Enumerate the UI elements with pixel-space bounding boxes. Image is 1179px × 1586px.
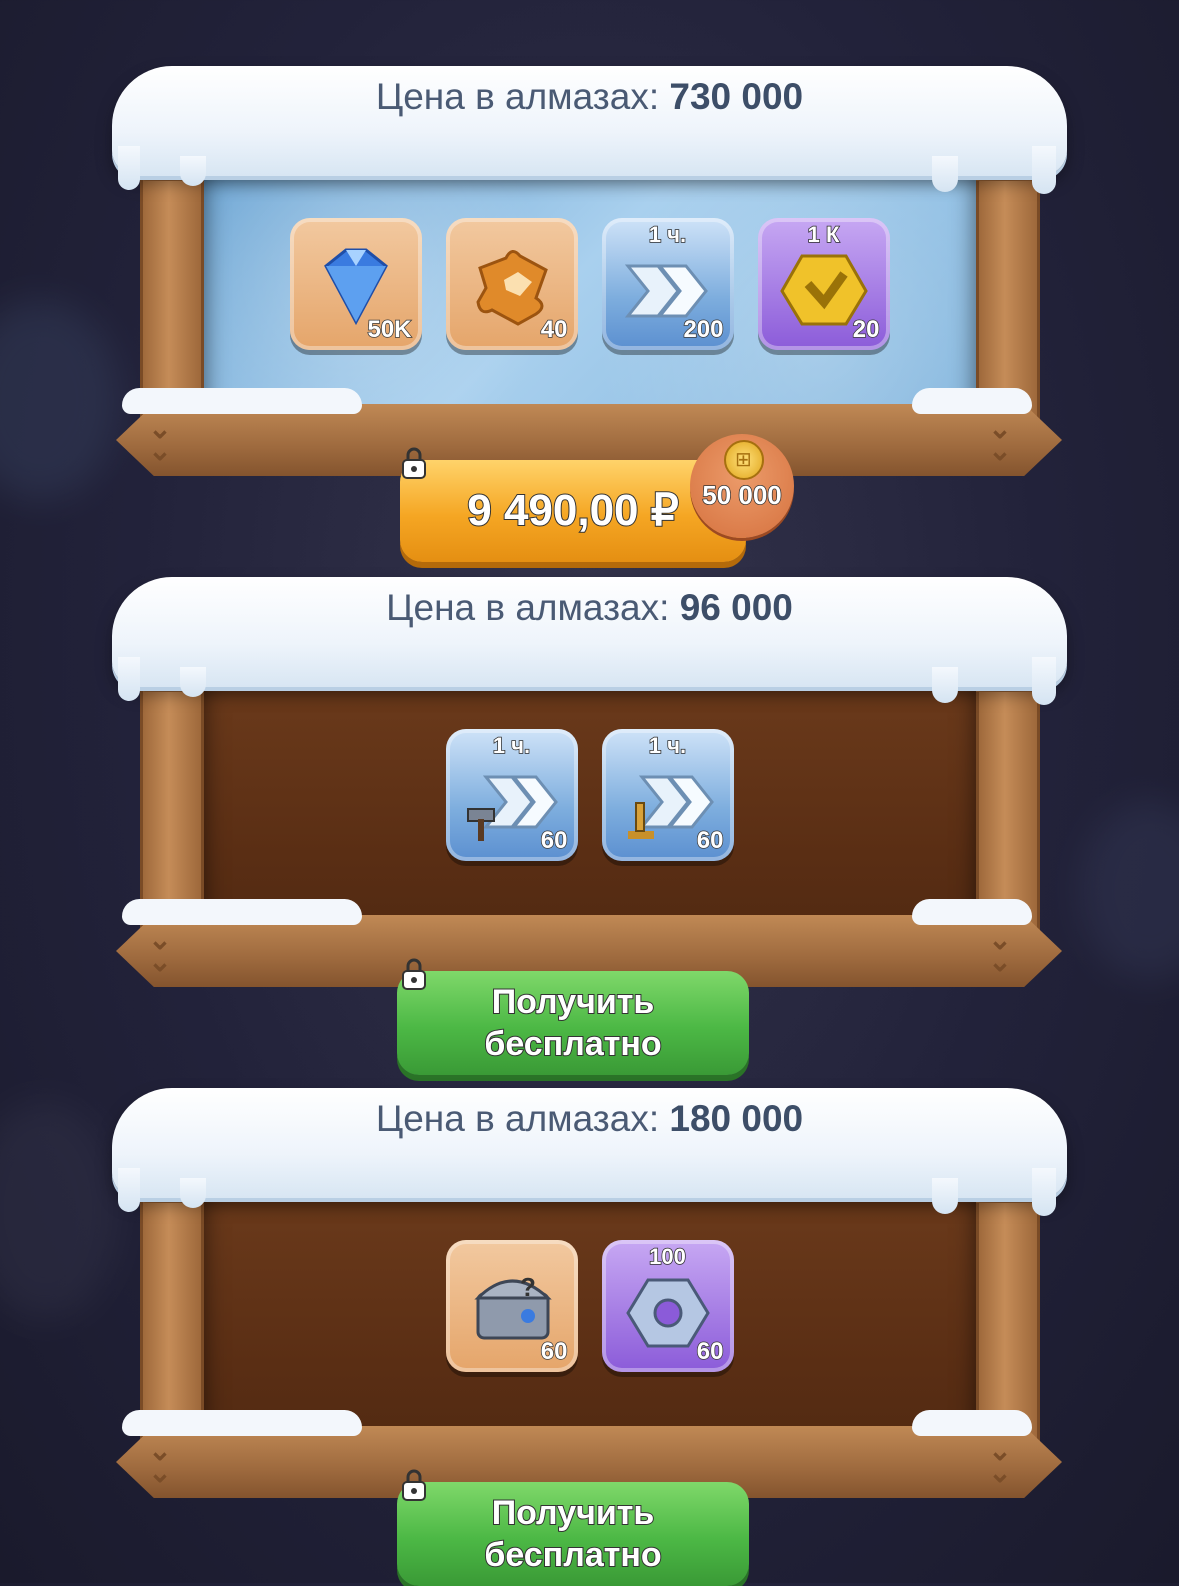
reward-item-speedup-build[interactable]: 1 ч. 60 xyxy=(445,729,578,861)
icicle xyxy=(1032,657,1056,705)
lock-icon xyxy=(402,958,426,990)
item-count: 60 xyxy=(540,1337,568,1366)
price-label: Цена в алмазах: xyxy=(375,1098,660,1139)
price-label: Цена в алмазах: xyxy=(375,76,660,117)
reward-item-speedup-research[interactable]: 1 ч. 60 xyxy=(601,729,734,861)
item-count: 60 xyxy=(540,826,568,855)
beam-snow xyxy=(122,1410,362,1436)
item-count: 50K xyxy=(367,315,413,344)
item-count: 60 xyxy=(696,1337,724,1366)
price-title: Цена в алмазах: 730 000 xyxy=(112,76,1067,118)
lock-icon xyxy=(402,447,426,479)
background-blur xyxy=(1080,800,1179,980)
price-title: Цена в алмазах: 96 000 xyxy=(112,587,1067,629)
icicle xyxy=(932,1178,958,1214)
item-count: 20 xyxy=(852,315,880,344)
icicle xyxy=(1032,1168,1056,1216)
icicle xyxy=(932,667,958,703)
reward-items: 1 ч. 60 1 ч. 60 xyxy=(112,729,1067,861)
beam-snow xyxy=(912,1410,1032,1436)
offer-card-3: Цена в алмазах: 180 000 ? 60 100 60 ⌄ ⌄ ⌄… xyxy=(112,1088,1067,1586)
chevron-down-icon: ⌄ ⌄ xyxy=(988,1435,1012,1488)
beam-snow xyxy=(912,388,1032,414)
claim-free-button[interactable]: Получить бесплатно xyxy=(397,1482,749,1586)
background-blur xyxy=(0,300,120,500)
price-value: 96 000 xyxy=(679,587,793,628)
bonus-bubble: ⊞ 50 000 xyxy=(690,434,794,538)
chevron-down-icon: ⌄ ⌄ xyxy=(148,924,172,977)
icicle xyxy=(932,156,958,192)
background-blur xyxy=(0,1100,120,1320)
reward-item-gold[interactable]: 1 К 20 xyxy=(757,218,890,350)
beam-snow xyxy=(912,899,1032,925)
price-value: 180 000 xyxy=(669,1098,804,1139)
price-title: Цена в алмазах: 180 000 xyxy=(112,1098,1067,1140)
price-label: Цена в алмазах: xyxy=(386,587,670,628)
reward-item-chest[interactable]: ? 60 xyxy=(445,1240,578,1372)
icicle xyxy=(180,1178,206,1208)
icicle xyxy=(180,156,206,186)
claim-free-button[interactable]: Получить бесплатно xyxy=(397,971,749,1075)
offer-card-2: Цена в алмазах: 96 000 1 ч. 60 1 ч. 60 ⌄… xyxy=(112,577,1067,1075)
gift-icon: ⊞ xyxy=(724,440,764,480)
icicle xyxy=(1032,146,1056,194)
svg-text:?: ? xyxy=(520,1272,536,1302)
chevron-down-icon: ⌄ ⌄ xyxy=(148,1435,172,1488)
price-value: 730 000 xyxy=(669,76,804,117)
offer-card-1: Цена в алмазах: 730 000 50K 40 1 ч. 200 … xyxy=(112,66,1067,562)
icicle xyxy=(118,657,140,701)
chevron-down-icon: ⌄ ⌄ xyxy=(988,413,1012,466)
reward-items: 50K 40 1 ч. 200 1 К 20 xyxy=(112,218,1067,350)
beam-snow xyxy=(122,388,362,414)
beam-snow xyxy=(122,899,362,925)
reward-items: ? 60 100 60 xyxy=(112,1240,1067,1372)
reward-item-puzzle[interactable]: 40 xyxy=(445,218,578,350)
item-count: 200 xyxy=(683,315,725,344)
bonus-amount: 50 000 xyxy=(701,479,782,511)
item-count: 60 xyxy=(696,826,724,855)
chevron-down-icon: ⌄ ⌄ xyxy=(988,924,1012,977)
lock-icon xyxy=(402,1469,426,1501)
reward-item-speedup[interactable]: 1 ч. 200 xyxy=(601,218,734,350)
icicle xyxy=(118,146,140,190)
reward-item-diamonds[interactable]: 50K xyxy=(289,218,422,350)
item-count: 40 xyxy=(540,315,568,344)
chevron-down-icon: ⌄ ⌄ xyxy=(148,413,172,466)
icicle xyxy=(180,667,206,697)
reward-item-nut[interactable]: 100 60 xyxy=(601,1240,734,1372)
icicle xyxy=(118,1168,140,1212)
